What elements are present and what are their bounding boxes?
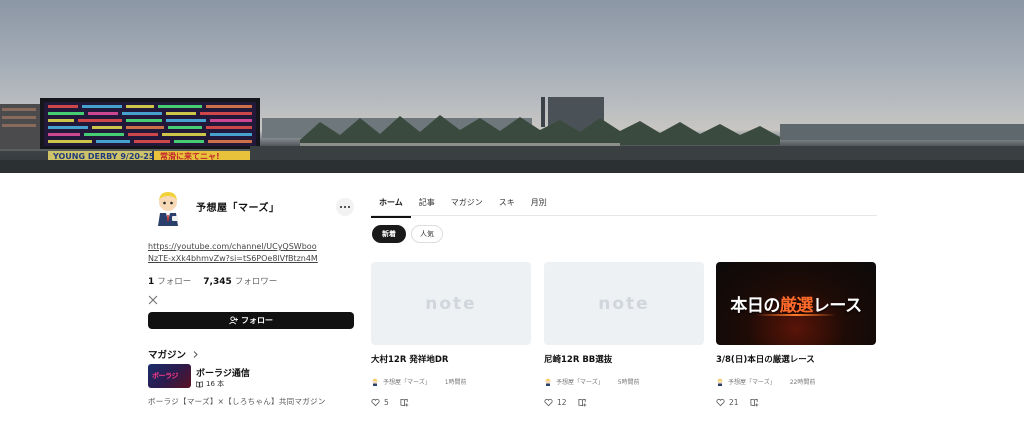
following-count[interactable]: 1 bbox=[148, 277, 154, 287]
filter-chip-new[interactable]: 新着 bbox=[372, 225, 406, 243]
article-meta: 予想屋「マーズ」 22時間前 bbox=[716, 377, 876, 386]
heart-icon[interactable] bbox=[716, 398, 725, 407]
chevron-right-icon bbox=[193, 350, 198, 358]
magazine-section-heading[interactable]: マガジン bbox=[148, 347, 199, 361]
filter-chip-popular[interactable]: 人気 bbox=[411, 225, 443, 243]
tabs-divider bbox=[371, 215, 877, 216]
decorative-streak bbox=[756, 314, 836, 316]
note-logo: note bbox=[425, 293, 477, 314]
article-author[interactable]: 予想屋「マーズ」 bbox=[383, 377, 431, 386]
article-thumbnail[interactable]: 本日の厳選レース bbox=[716, 262, 876, 345]
heart-icon[interactable] bbox=[544, 398, 553, 407]
thumbnail-headline: 本日の厳選レース bbox=[730, 291, 862, 316]
author-avatar-icon[interactable] bbox=[716, 378, 724, 386]
followers-label[interactable]: フォロワー bbox=[235, 275, 278, 287]
article-title[interactable]: 尼崎12R BB選抜 bbox=[544, 353, 704, 365]
follow-button[interactable]: フォロー bbox=[148, 312, 354, 329]
profile-youtube-link[interactable]: https://youtube.com/channel/UCyQSWbooNzT… bbox=[148, 241, 318, 265]
article-card[interactable]: note 大村12R 発祥地DR 予想屋「マーズ」 1時間前 5 bbox=[371, 262, 531, 407]
magazine-thumbnail-text: ボーラジ bbox=[152, 372, 178, 380]
like-count: 12 bbox=[557, 398, 567, 407]
add-to-magazine-icon[interactable] bbox=[578, 398, 587, 407]
article-time: 5時間前 bbox=[617, 379, 640, 386]
headline-tail: レース bbox=[812, 296, 862, 316]
article-meta: 予想屋「マーズ」 5時間前 bbox=[544, 377, 704, 386]
magazine-count-text: 16 本 bbox=[206, 380, 225, 388]
headline-accent: 厳選 bbox=[779, 296, 814, 316]
author-avatar-icon[interactable] bbox=[371, 378, 379, 386]
article-time: 1時間前 bbox=[444, 379, 467, 386]
article-meta: 予想屋「マーズ」 1時間前 bbox=[371, 377, 531, 386]
like-count: 5 bbox=[384, 398, 389, 407]
book-icon bbox=[196, 380, 203, 388]
more-dot bbox=[348, 206, 350, 208]
magazine-article-count: 16 本 bbox=[196, 379, 224, 389]
article-actions: 5 bbox=[371, 398, 531, 407]
article-title[interactable]: 3/8(日)本日の厳選レース bbox=[716, 353, 876, 365]
magazine-heading-label: マガジン bbox=[148, 350, 187, 361]
article-card[interactable]: note 尼崎12R BB選抜 予想屋「マーズ」 5時間前 12 bbox=[544, 262, 704, 407]
article-card[interactable]: 本日の厳選レース 3/8(日)本日の厳選レース 予想屋「マーズ」 22時間前 2… bbox=[716, 262, 876, 407]
following-label[interactable]: フォロー bbox=[157, 275, 191, 287]
magazine-thumbnail[interactable]: ボーラジ bbox=[148, 364, 191, 388]
add-user-icon bbox=[229, 316, 238, 325]
article-thumbnail[interactable]: note bbox=[544, 262, 704, 345]
article-time: 22時間前 bbox=[789, 379, 816, 386]
article-author[interactable]: 予想屋「マーズ」 bbox=[556, 377, 604, 386]
article-actions: 12 bbox=[544, 398, 704, 407]
magazine-title[interactable]: ボーラジ通信 bbox=[196, 366, 250, 379]
more-dot bbox=[340, 206, 342, 208]
author-avatar-icon[interactable] bbox=[544, 378, 552, 386]
add-to-magazine-icon[interactable] bbox=[400, 398, 409, 407]
follow-button-label: フォロー bbox=[241, 316, 273, 325]
creator-avatar[interactable] bbox=[152, 191, 184, 227]
more-dot bbox=[344, 206, 346, 208]
follow-stats: 1 フォロー 7,345 フォロワー bbox=[148, 275, 277, 287]
note-logo: note bbox=[598, 293, 650, 314]
banner-sign-text-2: 常滑に来てニャ! bbox=[160, 151, 220, 161]
article-actions: 21 bbox=[716, 398, 876, 407]
banner-sign-text: YOUNG DERBY 9/20-25 bbox=[52, 152, 155, 161]
heart-icon[interactable] bbox=[371, 398, 380, 407]
add-to-magazine-icon[interactable] bbox=[750, 398, 759, 407]
article-thumbnail[interactable]: note bbox=[371, 262, 531, 345]
magazine-description: ボーラジ【マーズ】×【しろちゃん】共同マガジン bbox=[148, 397, 326, 406]
more-options-button[interactable] bbox=[336, 198, 354, 216]
header-banner: YOUNG DERBY 9/20-25 常滑に来てニャ! bbox=[0, 0, 1024, 173]
banner-stadium-image: YOUNG DERBY 9/20-25 常滑に来てニャ! bbox=[0, 97, 1024, 173]
followers-count[interactable]: 7,345 bbox=[203, 277, 231, 287]
x-twitter-icon[interactable] bbox=[148, 295, 158, 305]
like-count: 21 bbox=[729, 398, 739, 407]
creator-name[interactable]: 予想屋「マーズ」 bbox=[196, 199, 280, 214]
headline-plain: 本日の bbox=[730, 296, 780, 316]
article-author[interactable]: 予想屋「マーズ」 bbox=[728, 377, 776, 386]
article-title[interactable]: 大村12R 発祥地DR bbox=[371, 353, 531, 365]
